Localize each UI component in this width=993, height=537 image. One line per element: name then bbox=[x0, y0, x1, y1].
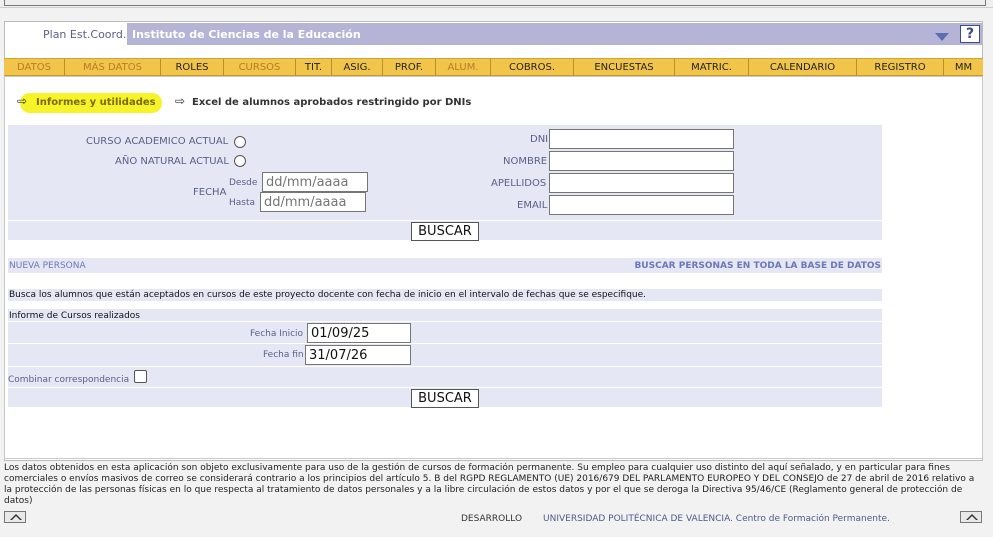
email-label: EMAIL bbox=[517, 200, 548, 211]
email-input[interactable] bbox=[549, 195, 734, 215]
tab-cursos[interactable]: CURSOS bbox=[224, 59, 296, 76]
row-divider bbox=[8, 366, 882, 367]
fecha-hasta-input[interactable] bbox=[260, 192, 366, 212]
row-divider bbox=[8, 220, 882, 221]
row-divider bbox=[8, 321, 882, 322]
tab-roles[interactable]: ROLES bbox=[161, 59, 224, 76]
tab-tit[interactable]: TIT. bbox=[296, 59, 332, 76]
dni-label: DNI bbox=[530, 134, 549, 145]
top-frame bbox=[4, 0, 986, 6]
breadcrumb-informes-link[interactable]: Informes y utilidades bbox=[36, 97, 156, 108]
desde-label: Desde bbox=[229, 178, 258, 188]
arrow-right-icon: ⇨ bbox=[175, 94, 186, 108]
fecha-label: FECHA bbox=[193, 187, 227, 198]
informe-title: Informe de Cursos realizados bbox=[9, 311, 140, 321]
dni-input[interactable] bbox=[549, 129, 734, 149]
fecha-desde-input[interactable] bbox=[262, 172, 368, 192]
plan-value: Instituto de Ciencias de la Educación bbox=[132, 28, 361, 41]
tab-matric[interactable]: MATRIC. bbox=[675, 59, 749, 76]
tab-encuestas[interactable]: ENCUESTAS bbox=[574, 59, 675, 76]
row-divider bbox=[8, 343, 882, 344]
tab-mas-datos[interactable]: MÁS DATOS bbox=[65, 59, 161, 76]
arrow-right-icon: ⇨ bbox=[17, 94, 28, 108]
scroll-top-icon[interactable] bbox=[4, 511, 26, 523]
combinar-checkbox[interactable] bbox=[134, 370, 147, 383]
hasta-label: Hasta bbox=[229, 198, 256, 208]
row-divider bbox=[8, 387, 882, 388]
combinar-label: Combinar correspondencia bbox=[8, 375, 130, 385]
breadcrumb-excel-link[interactable]: Excel de alumnos aprobados restringido p… bbox=[192, 97, 471, 108]
help-icon[interactable]: ? bbox=[960, 25, 980, 43]
buscar-button[interactable]: BUSCAR bbox=[411, 222, 479, 241]
tab-bar: DATOS MÁS DATOS ROLES CURSOS TIT. ASIG. … bbox=[4, 58, 983, 76]
buscar-toda-base-link[interactable]: BUSCAR PERSONAS EN TODA LA BASE DE DATOS bbox=[634, 261, 881, 271]
tab-mm[interactable]: MM bbox=[944, 59, 983, 76]
dropdown-arrow-icon[interactable] bbox=[935, 33, 949, 41]
fecha-inicio-input[interactable] bbox=[307, 323, 411, 343]
anio-natural-label: AÑO NATURAL ACTUAL bbox=[115, 156, 229, 167]
plan-label: Plan Est.Coord.: bbox=[43, 28, 131, 41]
tab-registro[interactable]: REGISTRO bbox=[857, 59, 944, 76]
tab-alum[interactable]: ALUM. bbox=[436, 59, 491, 76]
nombre-input[interactable] bbox=[549, 151, 734, 171]
legal-notice: Los datos obtenidos en esta aplicación s… bbox=[4, 463, 975, 506]
curso-academico-radio[interactable] bbox=[234, 136, 246, 148]
anio-natural-radio[interactable] bbox=[234, 155, 246, 167]
apellidos-label: APELLIDOS bbox=[491, 178, 547, 189]
nombre-label: NOMBRE bbox=[503, 156, 548, 167]
tab-cobros[interactable]: COBROS. bbox=[491, 59, 574, 76]
informe-buscar-button[interactable]: BUSCAR bbox=[411, 389, 479, 408]
curso-academico-label: CURSO ACADEMICO ACTUAL bbox=[86, 136, 229, 147]
fecha-fin-label: Fecha fin bbox=[263, 350, 304, 360]
tab-datos[interactable]: DATOS bbox=[4, 59, 65, 76]
top-strip bbox=[0, 0, 993, 8]
nueva-persona-link[interactable]: NUEVA PERSONA bbox=[9, 261, 86, 271]
tab-prof[interactable]: PROF. bbox=[383, 59, 436, 76]
footer-desarrollo: DESARROLLO bbox=[461, 514, 523, 524]
tab-calendario[interactable]: CALENDARIO bbox=[749, 59, 857, 76]
fecha-inicio-label: Fecha Inicio bbox=[250, 329, 304, 339]
description-text: Busca los alumnos que están aceptados en… bbox=[9, 290, 647, 300]
scroll-top-icon[interactable] bbox=[960, 511, 982, 523]
fecha-fin-input[interactable] bbox=[305, 345, 411, 365]
footer-upv-link[interactable]: UNIVERSIDAD POLITÉCNICA DE VALENCIA. Cen… bbox=[543, 514, 890, 524]
apellidos-input[interactable] bbox=[549, 173, 734, 193]
tab-asig[interactable]: ASIG. bbox=[332, 59, 383, 76]
